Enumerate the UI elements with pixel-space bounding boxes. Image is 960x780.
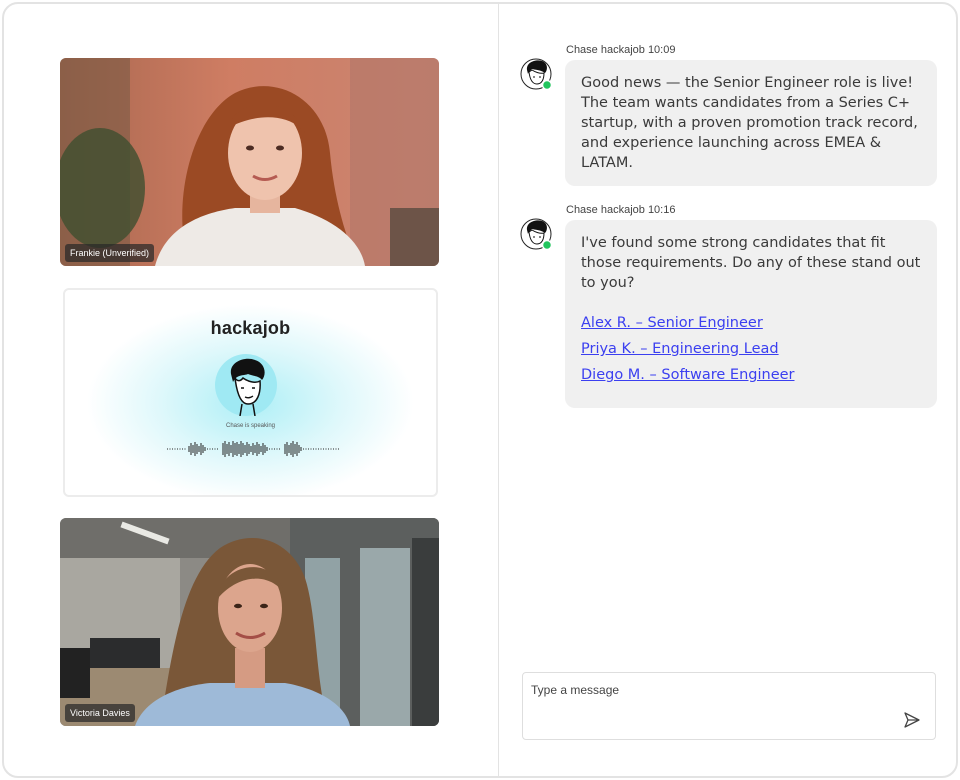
chase-avatar-icon [520, 58, 552, 90]
online-indicator-icon [541, 239, 552, 250]
message-composer[interactable] [522, 672, 936, 740]
panel-divider [498, 4, 499, 776]
video-tile-frankie[interactable]: Frankie (Unverified) [60, 58, 439, 266]
chase-avatar-icon [520, 218, 552, 250]
participant-video-victoria [60, 518, 439, 726]
message-bubble: Good news — the Senior Engineer role is … [565, 60, 937, 186]
candidate-link-alex[interactable]: Alex R. – Senior Engineer [581, 310, 922, 336]
participant-name-tag: Frankie (Unverified) [65, 244, 155, 262]
send-icon[interactable] [903, 711, 921, 729]
assistant-speaking-tile: hackajob Chase is speaking [63, 288, 438, 497]
candidate-list: Alex R. – Senior Engineer Priya K. – Eng… [581, 310, 922, 388]
message-bubble: I've found some strong candidates that f… [565, 220, 937, 408]
chase-avatar-icon [215, 354, 277, 416]
candidate-link-diego[interactable]: Diego M. – Software Engineer [581, 362, 922, 388]
speaking-status: Chase is speaking [225, 423, 276, 429]
participant-video-frankie [60, 58, 439, 266]
message-input[interactable] [531, 683, 891, 697]
candidate-link-priya[interactable]: Priya K. – Engineering Lead [581, 336, 922, 362]
app-frame: Frankie (Unverified) hackajob Chase is s… [2, 2, 958, 778]
hackajob-logo: hackajob [210, 318, 291, 338]
video-tile-victoria[interactable]: Victoria Davies [60, 518, 439, 726]
message-text: I've found some strong candidates that f… [581, 235, 921, 291]
online-indicator-icon [541, 79, 552, 90]
message-text: Good news — the Senior Engineer role is … [581, 75, 918, 171]
audio-waveform-icon [167, 441, 339, 457]
message-meta: Chase hackajob 10:09 [566, 44, 676, 56]
message-meta: Chase hackajob 10:16 [566, 204, 676, 216]
participant-name-tag: Victoria Davies [65, 704, 135, 722]
